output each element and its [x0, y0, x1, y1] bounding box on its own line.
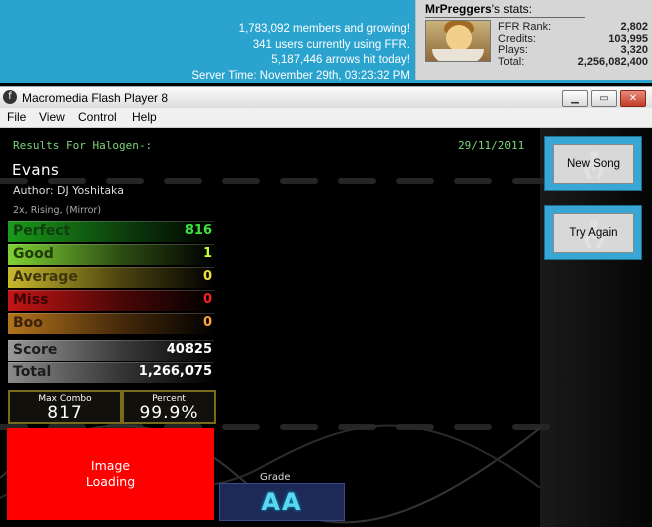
user-stats-table: FFR Rank: 2,802 Credits: 103,995 Plays: 3,3…	[498, 21, 648, 69]
judgement-label: Good	[13, 246, 54, 262]
judgement-perfect: Perfect 816	[8, 221, 214, 242]
new-song-face[interactable]: New Song	[553, 144, 634, 184]
stat-value: 3,320	[620, 44, 648, 56]
judgement-value: 1	[202, 246, 212, 261]
stats-title-suffix: 's stats:	[491, 2, 533, 16]
stat-row-plays: Plays: 3,320	[498, 44, 648, 57]
menu-view[interactable]: View	[39, 110, 65, 124]
song-author: Author: DJ Yoshitaka	[13, 184, 124, 197]
menu-control[interactable]: Control	[78, 110, 117, 124]
judgement-miss: Miss 0	[8, 290, 214, 311]
song-modifiers: 2x, Rising, (Mirror)	[13, 205, 102, 216]
stat-label: Total:	[498, 55, 525, 68]
close-button[interactable]: ✕	[620, 90, 646, 107]
try-again-face[interactable]: Try Again	[553, 213, 634, 253]
menu-help[interactable]: Help	[132, 110, 157, 124]
judgement-good: Good 1	[8, 244, 214, 265]
users-online: 341 users currently using FFR.	[252, 38, 410, 51]
maximize-button[interactable]: ▭	[591, 90, 617, 107]
user-stats-title: MrPreggers's stats:	[425, 2, 585, 18]
total-row: Total 1,266,075	[8, 362, 214, 383]
total-label: Total	[13, 364, 52, 380]
judgement-value: 0	[202, 315, 212, 330]
judgement-value: 0	[202, 269, 212, 284]
user-stats-panel: MrPreggers's stats: FFR Rank: 2,802 Credi…	[415, 0, 652, 80]
max-combo-box: Max Combo 817	[8, 390, 122, 424]
stat-row-total: Total: 2,256,082,400	[498, 55, 648, 69]
percent-value: 99.9%	[139, 403, 199, 423]
site-stats: 1,783,092 members and growing! 341 users…	[191, 22, 410, 84]
game-canvas: Results For Halogen-: 29/11/2011 Evans A…	[0, 128, 652, 527]
score-label: Score	[13, 342, 58, 358]
total-value: 1,266,075	[138, 364, 212, 379]
score-value: 40825	[166, 342, 212, 357]
stat-value: 2,256,082,400	[577, 55, 648, 68]
judgement-label: Perfect	[13, 223, 71, 239]
username-link[interactable]: MrPreggers	[425, 2, 492, 16]
menu-file[interactable]: File	[7, 110, 26, 124]
flash-player-icon[interactable]: f	[3, 90, 17, 104]
judgement-value: 816	[184, 223, 212, 238]
site-banner: 1,783,092 members and growing! 341 users…	[0, 0, 652, 83]
server-time: Server Time: November 29th, 03:23:32 PM	[191, 69, 410, 82]
try-again-button[interactable]: Try Again	[544, 205, 642, 260]
results-title: Results For Halogen-:	[13, 139, 153, 152]
image-loading-text: Image Loading	[85, 458, 136, 489]
stat-value: 2,802	[620, 21, 648, 33]
minimize-button[interactable]: ▁	[562, 90, 588, 107]
song-name: Evans	[12, 161, 60, 179]
score-row: Score 40825	[8, 340, 214, 361]
arrows-today: 5,187,446 arrows hit today!	[271, 54, 410, 66]
results-date: 29/11/2011	[458, 139, 525, 152]
judgement-value: 0	[202, 292, 212, 307]
judgement-boo: Boo 0	[8, 313, 214, 334]
judgement-label: Boo	[13, 315, 43, 331]
grade-value: AA	[261, 488, 303, 516]
stat-label: Plays:	[498, 44, 528, 56]
grade-label: Grade	[260, 472, 291, 483]
avatar[interactable]	[425, 20, 491, 62]
judgement-label: Miss	[13, 292, 49, 308]
members-count: 1,783,092 members and growing!	[238, 23, 410, 35]
percent-box: Percent 99.9%	[122, 390, 216, 424]
judgement-label: Average	[13, 269, 78, 285]
window-titlebar[interactable]: f Macromedia Flash Player 8 ▁ ▭ ✕	[0, 86, 652, 109]
judgement-average: Average 0	[8, 267, 214, 288]
max-combo-value: 817	[47, 403, 83, 423]
stat-label: FFR Rank:	[498, 21, 552, 33]
window-title: Macromedia Flash Player 8	[22, 91, 169, 105]
image-loading-placeholder: Image Loading	[7, 428, 214, 520]
new-song-label: New Song	[566, 158, 621, 170]
stat-row-rank: FFR Rank: 2,802	[498, 21, 648, 34]
new-song-button[interactable]: New Song	[544, 136, 642, 191]
try-again-label: Try Again	[569, 227, 618, 239]
grade-badge: AA	[219, 483, 345, 521]
menu-bar: File View Control Help	[0, 108, 652, 128]
